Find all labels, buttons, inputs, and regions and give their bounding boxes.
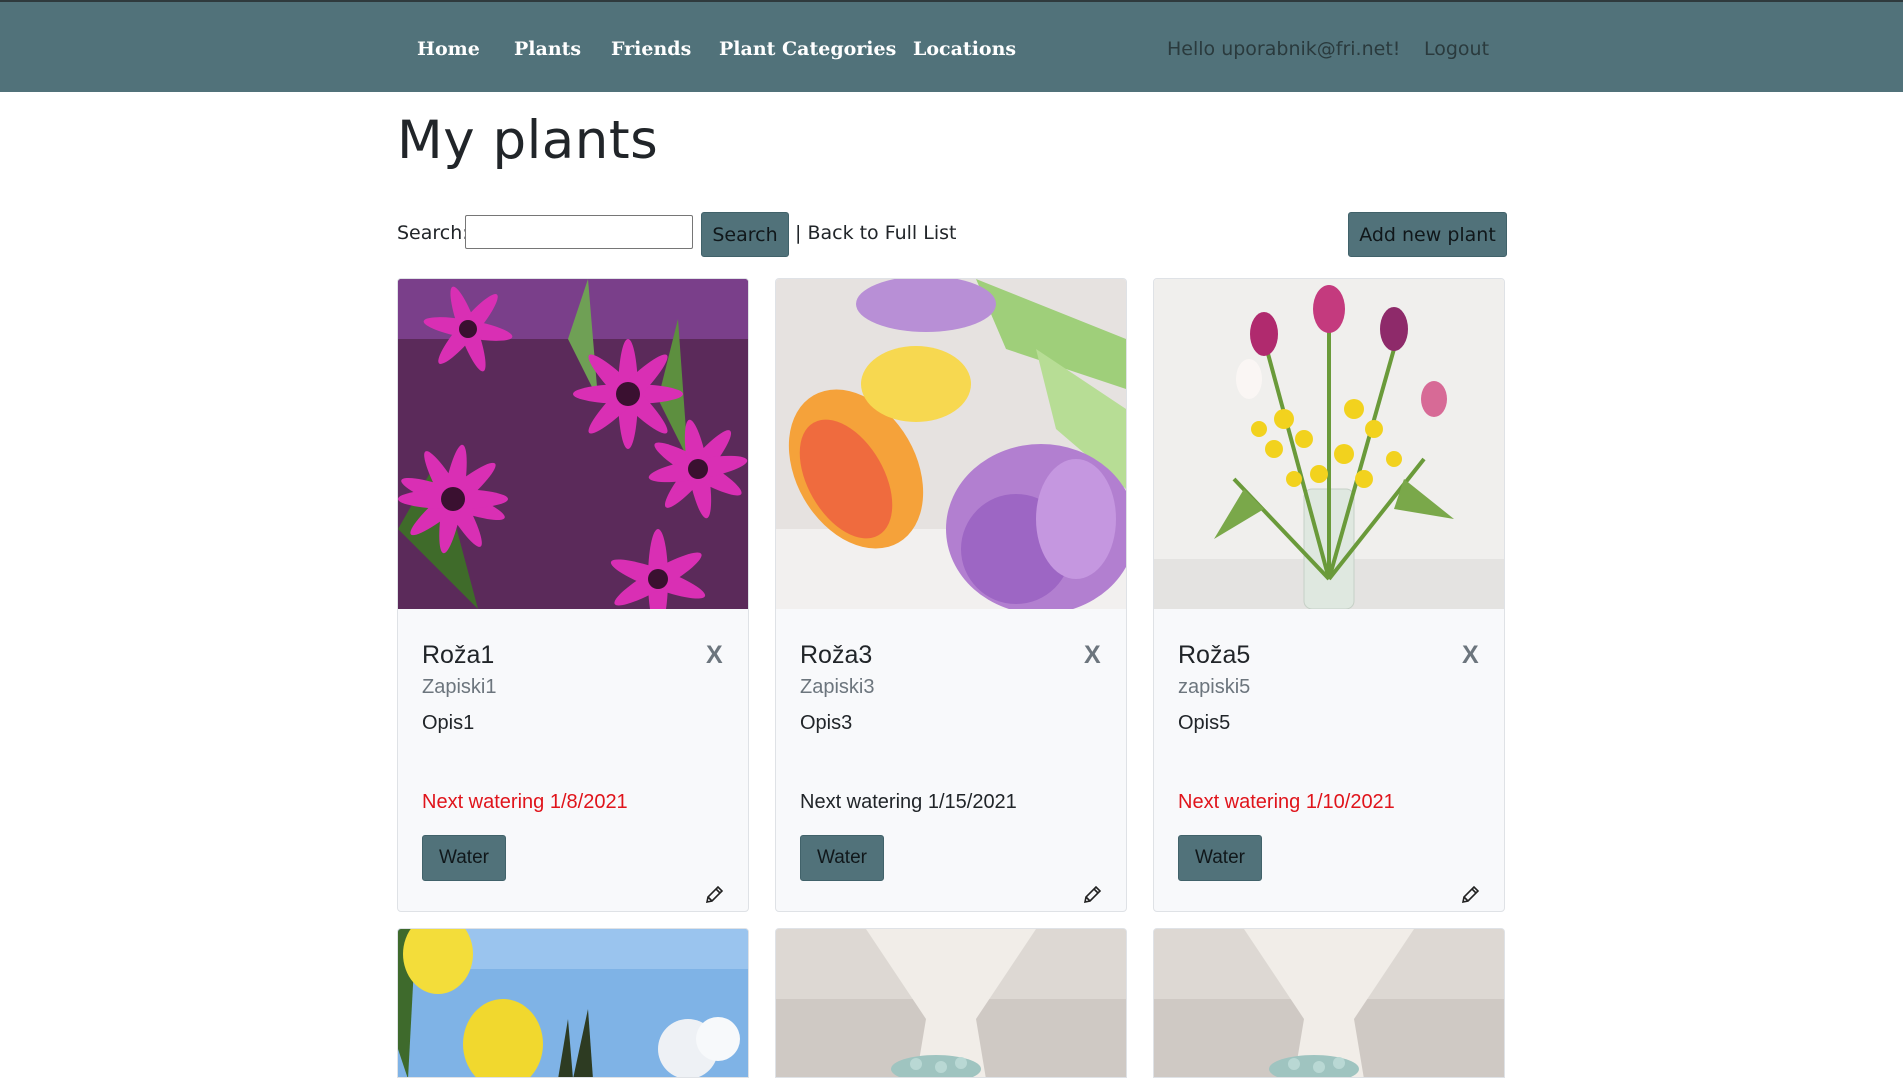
- nav-home[interactable]: Home: [417, 38, 480, 60]
- water-button[interactable]: Water: [1178, 835, 1262, 881]
- plant-notes: Zapiski3: [800, 676, 875, 698]
- search-input[interactable]: [465, 215, 693, 249]
- logout-link[interactable]: Logout: [1424, 38, 1489, 60]
- plant-description: Opis3: [800, 712, 853, 734]
- plant-photo: [1154, 929, 1504, 1077]
- back-to-full-list-link[interactable]: | Back to Full List: [795, 222, 956, 244]
- plant-name: Roža1: [422, 641, 495, 669]
- plant-name: Roža5: [1178, 641, 1251, 669]
- plant-notes: Zapiski1: [422, 676, 497, 698]
- delete-plant-button[interactable]: X: [706, 641, 723, 670]
- user-greeting: Hello uporabnik@fri.net!: [1167, 38, 1401, 60]
- pencil-icon[interactable]: [1459, 884, 1481, 906]
- nav-friends[interactable]: Friends: [611, 38, 691, 60]
- plant-description: Opis5: [1178, 712, 1231, 734]
- plant-photo: [776, 929, 1126, 1077]
- plant-card: [1153, 928, 1505, 1078]
- add-new-plant-button[interactable]: Add new plant: [1348, 212, 1507, 257]
- next-watering: Next watering 1/8/2021: [422, 791, 628, 813]
- plant-photo: [1154, 279, 1504, 609]
- plant-photo: [398, 279, 748, 609]
- page-title: My plants: [397, 110, 659, 171]
- plant-card: Roža5 X zapiski5 Opis5 Next watering 1/1…: [1153, 278, 1505, 912]
- delete-plant-button[interactable]: X: [1084, 641, 1101, 670]
- navbar: Home Plants Friends Plant Categories Loc…: [0, 0, 1903, 92]
- water-button[interactable]: Water: [800, 835, 884, 881]
- plant-photo: [776, 279, 1126, 609]
- nav-plants[interactable]: Plants: [514, 38, 581, 60]
- plant-name: Roža3: [800, 641, 873, 669]
- search-button[interactable]: Search: [701, 212, 789, 257]
- plant-card: Roža1 X Zapiski1 Opis1 Next watering 1/8…: [397, 278, 749, 912]
- water-button[interactable]: Water: [422, 835, 506, 881]
- pencil-icon[interactable]: [703, 884, 725, 906]
- delete-plant-button[interactable]: X: [1462, 641, 1479, 670]
- nav-plant-categories[interactable]: Plant Categories: [719, 38, 896, 60]
- plant-card: Roža3 X Zapiski3 Opis3 Next watering 1/1…: [775, 278, 1127, 912]
- search-label: Search:: [397, 222, 469, 244]
- next-watering: Next watering 1/15/2021: [800, 791, 1017, 813]
- plant-card: [397, 928, 749, 1078]
- pencil-icon[interactable]: [1081, 884, 1103, 906]
- next-watering: Next watering 1/10/2021: [1178, 791, 1395, 813]
- plant-notes: zapiski5: [1178, 676, 1251, 698]
- plant-photo: [398, 929, 748, 1077]
- nav-locations[interactable]: Locations: [913, 38, 1016, 60]
- plant-card: [775, 928, 1127, 1078]
- plant-description: Opis1: [422, 712, 475, 734]
